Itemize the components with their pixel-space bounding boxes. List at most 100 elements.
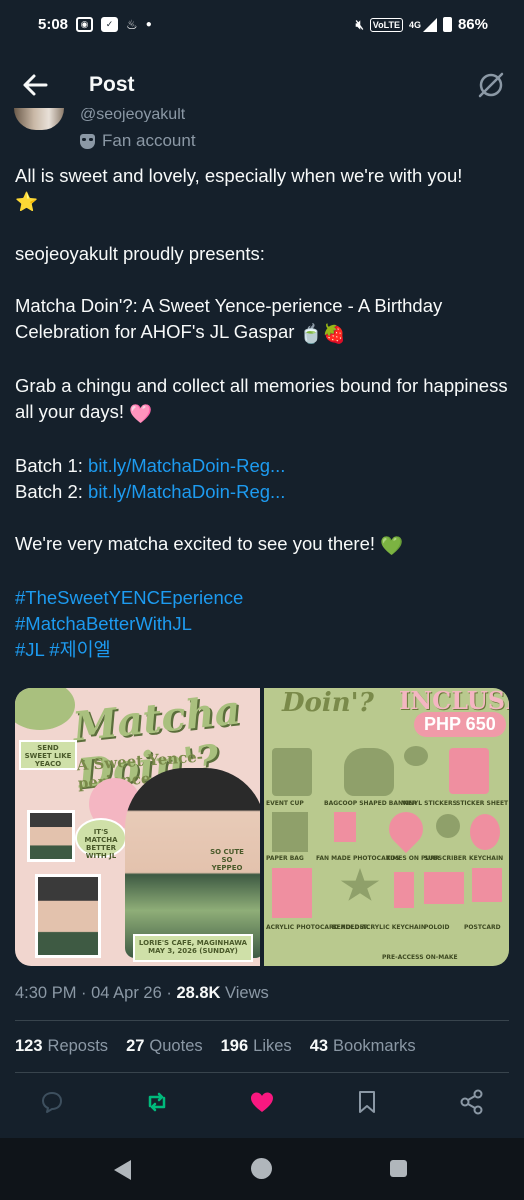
network-type: 4G <box>408 19 421 30</box>
nav-back-icon[interactable] <box>114 1160 131 1180</box>
more-notifications-dot-icon: ● <box>145 19 152 30</box>
poster-note: SO CUTE SO YEPPEO <box>210 848 244 872</box>
status-right: 🔇︎ VoLTE 4G 86% <box>356 16 488 33</box>
mute-icon: 🔇︎ <box>355 16 364 32</box>
quotes-stat[interactable]: 27 Quotes <box>126 1037 203 1056</box>
poster-photo <box>35 874 101 958</box>
batch1-link[interactable]: bit.ly/MatchaDoin-Reg... <box>88 455 285 476</box>
post-time: 4:30 PM <box>15 984 77 1002</box>
media-grid: Matcha Doin'? A Sweet Yence-perience SEN… <box>15 688 509 966</box>
reposts-label: Reposts <box>47 1037 109 1055</box>
tweet-paragraph: We're very matcha excited to see you the… <box>15 531 515 559</box>
star-emoji: ⭐ <box>15 191 39 212</box>
back-arrow-icon[interactable] <box>20 70 50 100</box>
reposts-stat[interactable]: 123 Reposts <box>15 1037 108 1056</box>
item-shape <box>344 748 394 796</box>
meta-separator: · <box>76 984 92 1002</box>
divider <box>15 1072 509 1073</box>
likes-stat[interactable]: 196 Likes <box>221 1037 292 1056</box>
clock: 5:08 <box>38 16 69 33</box>
tweet-paragraph: seojeoyakult proudly presents: <box>15 241 515 267</box>
bookmarks-count: 43 <box>309 1037 329 1055</box>
item-shape <box>272 748 312 796</box>
tweet-text: All is sweet and lovely, especially when… <box>15 163 515 689</box>
item-caption: BEADED ACRYLIC KEYCHAIN <box>332 924 426 931</box>
bookmark-icon[interactable] <box>353 1088 381 1116</box>
quotes-count: 27 <box>126 1037 145 1055</box>
pink-heart-emoji: 🩷 <box>129 403 153 424</box>
poster-note: SEND SWEET LIKE YEACO <box>19 740 77 770</box>
hashtag-link[interactable]: #MatchaBetterWithJL <box>15 613 192 634</box>
likes-label: Likes <box>253 1037 292 1055</box>
item-caption: POSTCARD <box>464 924 501 931</box>
item-shape <box>424 872 464 904</box>
poster-doin: Doin'? <box>282 688 374 718</box>
status-left: 5:08 ◉ ✓ ♨ ● <box>38 16 152 33</box>
batch2-label: Batch 2: <box>15 481 83 502</box>
inclusions-price: PHP 650 <box>414 712 506 737</box>
views-label: Views <box>220 984 269 1002</box>
system-nav-bar <box>0 1138 524 1200</box>
signal-icon <box>422 17 437 32</box>
tweet-line: seojeoyakult proudly presents: <box>15 243 265 264</box>
poster-venue: LORIE'S CAFE, MAGINHAWA MAY 3, 2026 (SUN… <box>133 934 253 962</box>
reposts-count: 123 <box>15 1037 43 1055</box>
event-title: Matcha Doin'?: A Sweet Yence-perience - … <box>15 295 443 342</box>
item-shape <box>381 804 431 854</box>
share-icon[interactable] <box>458 1088 486 1116</box>
avatar[interactable] <box>14 108 64 130</box>
item-shape <box>449 748 489 794</box>
item-caption: STICKER SHEET <box>456 800 509 807</box>
bookmarks-stat[interactable]: 43 Bookmarks <box>310 1037 416 1056</box>
repost-icon[interactable] <box>143 1088 171 1116</box>
poster-image-left[interactable]: Matcha Doin'? A Sweet Yence-perience SEN… <box>15 688 260 966</box>
checkbox-icon: ✓ <box>101 17 119 32</box>
affiliation-label: Fan account <box>80 131 196 151</box>
tweet-paragraph: #TheSweetYENCEperience #MatchaBetterWith… <box>15 585 515 663</box>
nav-recents-icon[interactable] <box>390 1160 407 1177</box>
volte-badge: VoLTE <box>369 17 403 32</box>
tweet-paragraph: Matcha Doin'?: A Sweet Yence-perience - … <box>15 293 515 347</box>
poster-photo <box>27 810 75 862</box>
tweet-line: All is sweet and lovely, especially when… <box>15 165 463 186</box>
item-caption: VINYL STICKERS <box>402 800 457 807</box>
poster-image-right[interactable]: Doin'? INCLUSIONS PHP 650 EVENT CUP BAGC… <box>264 688 509 966</box>
hashtag-link[interactable]: #제이엘 <box>49 639 110 660</box>
item-caption: EVENT CUP <box>266 800 304 807</box>
reply-icon[interactable] <box>38 1088 66 1116</box>
item-shape <box>340 868 380 901</box>
hashtag-link[interactable]: #TheSweetYENCEperience <box>15 587 243 608</box>
batch2-link[interactable]: bit.ly/MatchaDoin-Reg... <box>88 481 285 502</box>
item-caption: PAPER BAG <box>266 855 304 862</box>
battery-percent: 86% <box>457 16 488 33</box>
mask-icon <box>80 133 95 149</box>
nav-home-icon[interactable] <box>251 1158 272 1179</box>
app-notification-icon: ♨ <box>126 16 138 32</box>
green-heart-emoji: 💚 <box>380 535 404 556</box>
item-shape <box>334 812 356 842</box>
status-bar: 5:08 ◉ ✓ ♨ ● 🔇︎ VoLTE 4G 86% <box>0 0 524 52</box>
hashtag-link[interactable]: #JL <box>15 639 44 660</box>
battery-icon <box>442 17 452 32</box>
tweet-paragraph: Batch 1: bit.ly/MatchaDoin-Reg... Batch … <box>15 453 515 505</box>
decor-cloud <box>15 688 75 730</box>
divider <box>15 1020 509 1021</box>
item-shape <box>404 746 428 766</box>
item-shape <box>394 872 414 908</box>
tweet-line: We're very matcha excited to see you the… <box>15 533 376 554</box>
item-caption: PRE-ACCESS ON-MAKE <box>382 954 458 961</box>
tweet-paragraph: Grab a chingu and collect all memories b… <box>15 373 515 427</box>
batch1-label: Batch 1: <box>15 455 83 476</box>
item-caption: POLOID <box>424 924 450 931</box>
tea-strawberry-emoji: 🍵🍓 <box>299 323 346 344</box>
likes-count: 196 <box>220 1037 249 1055</box>
item-shape <box>272 812 308 852</box>
engagement-stats: 123 Reposts 27 Quotes 196 Likes 43 Bookmarks <box>15 1037 416 1056</box>
author-handle[interactable]: @seojeoyakult <box>80 108 185 122</box>
views-count[interactable]: 28.8K <box>176 984 220 1002</box>
item-caption: SUBSCRIBER <box>424 855 467 862</box>
like-heart-icon[interactable] <box>248 1088 276 1116</box>
grok-icon[interactable] <box>476 70 506 100</box>
game-controller-icon: ◉ <box>76 17 94 32</box>
page-title: Post <box>89 73 135 96</box>
